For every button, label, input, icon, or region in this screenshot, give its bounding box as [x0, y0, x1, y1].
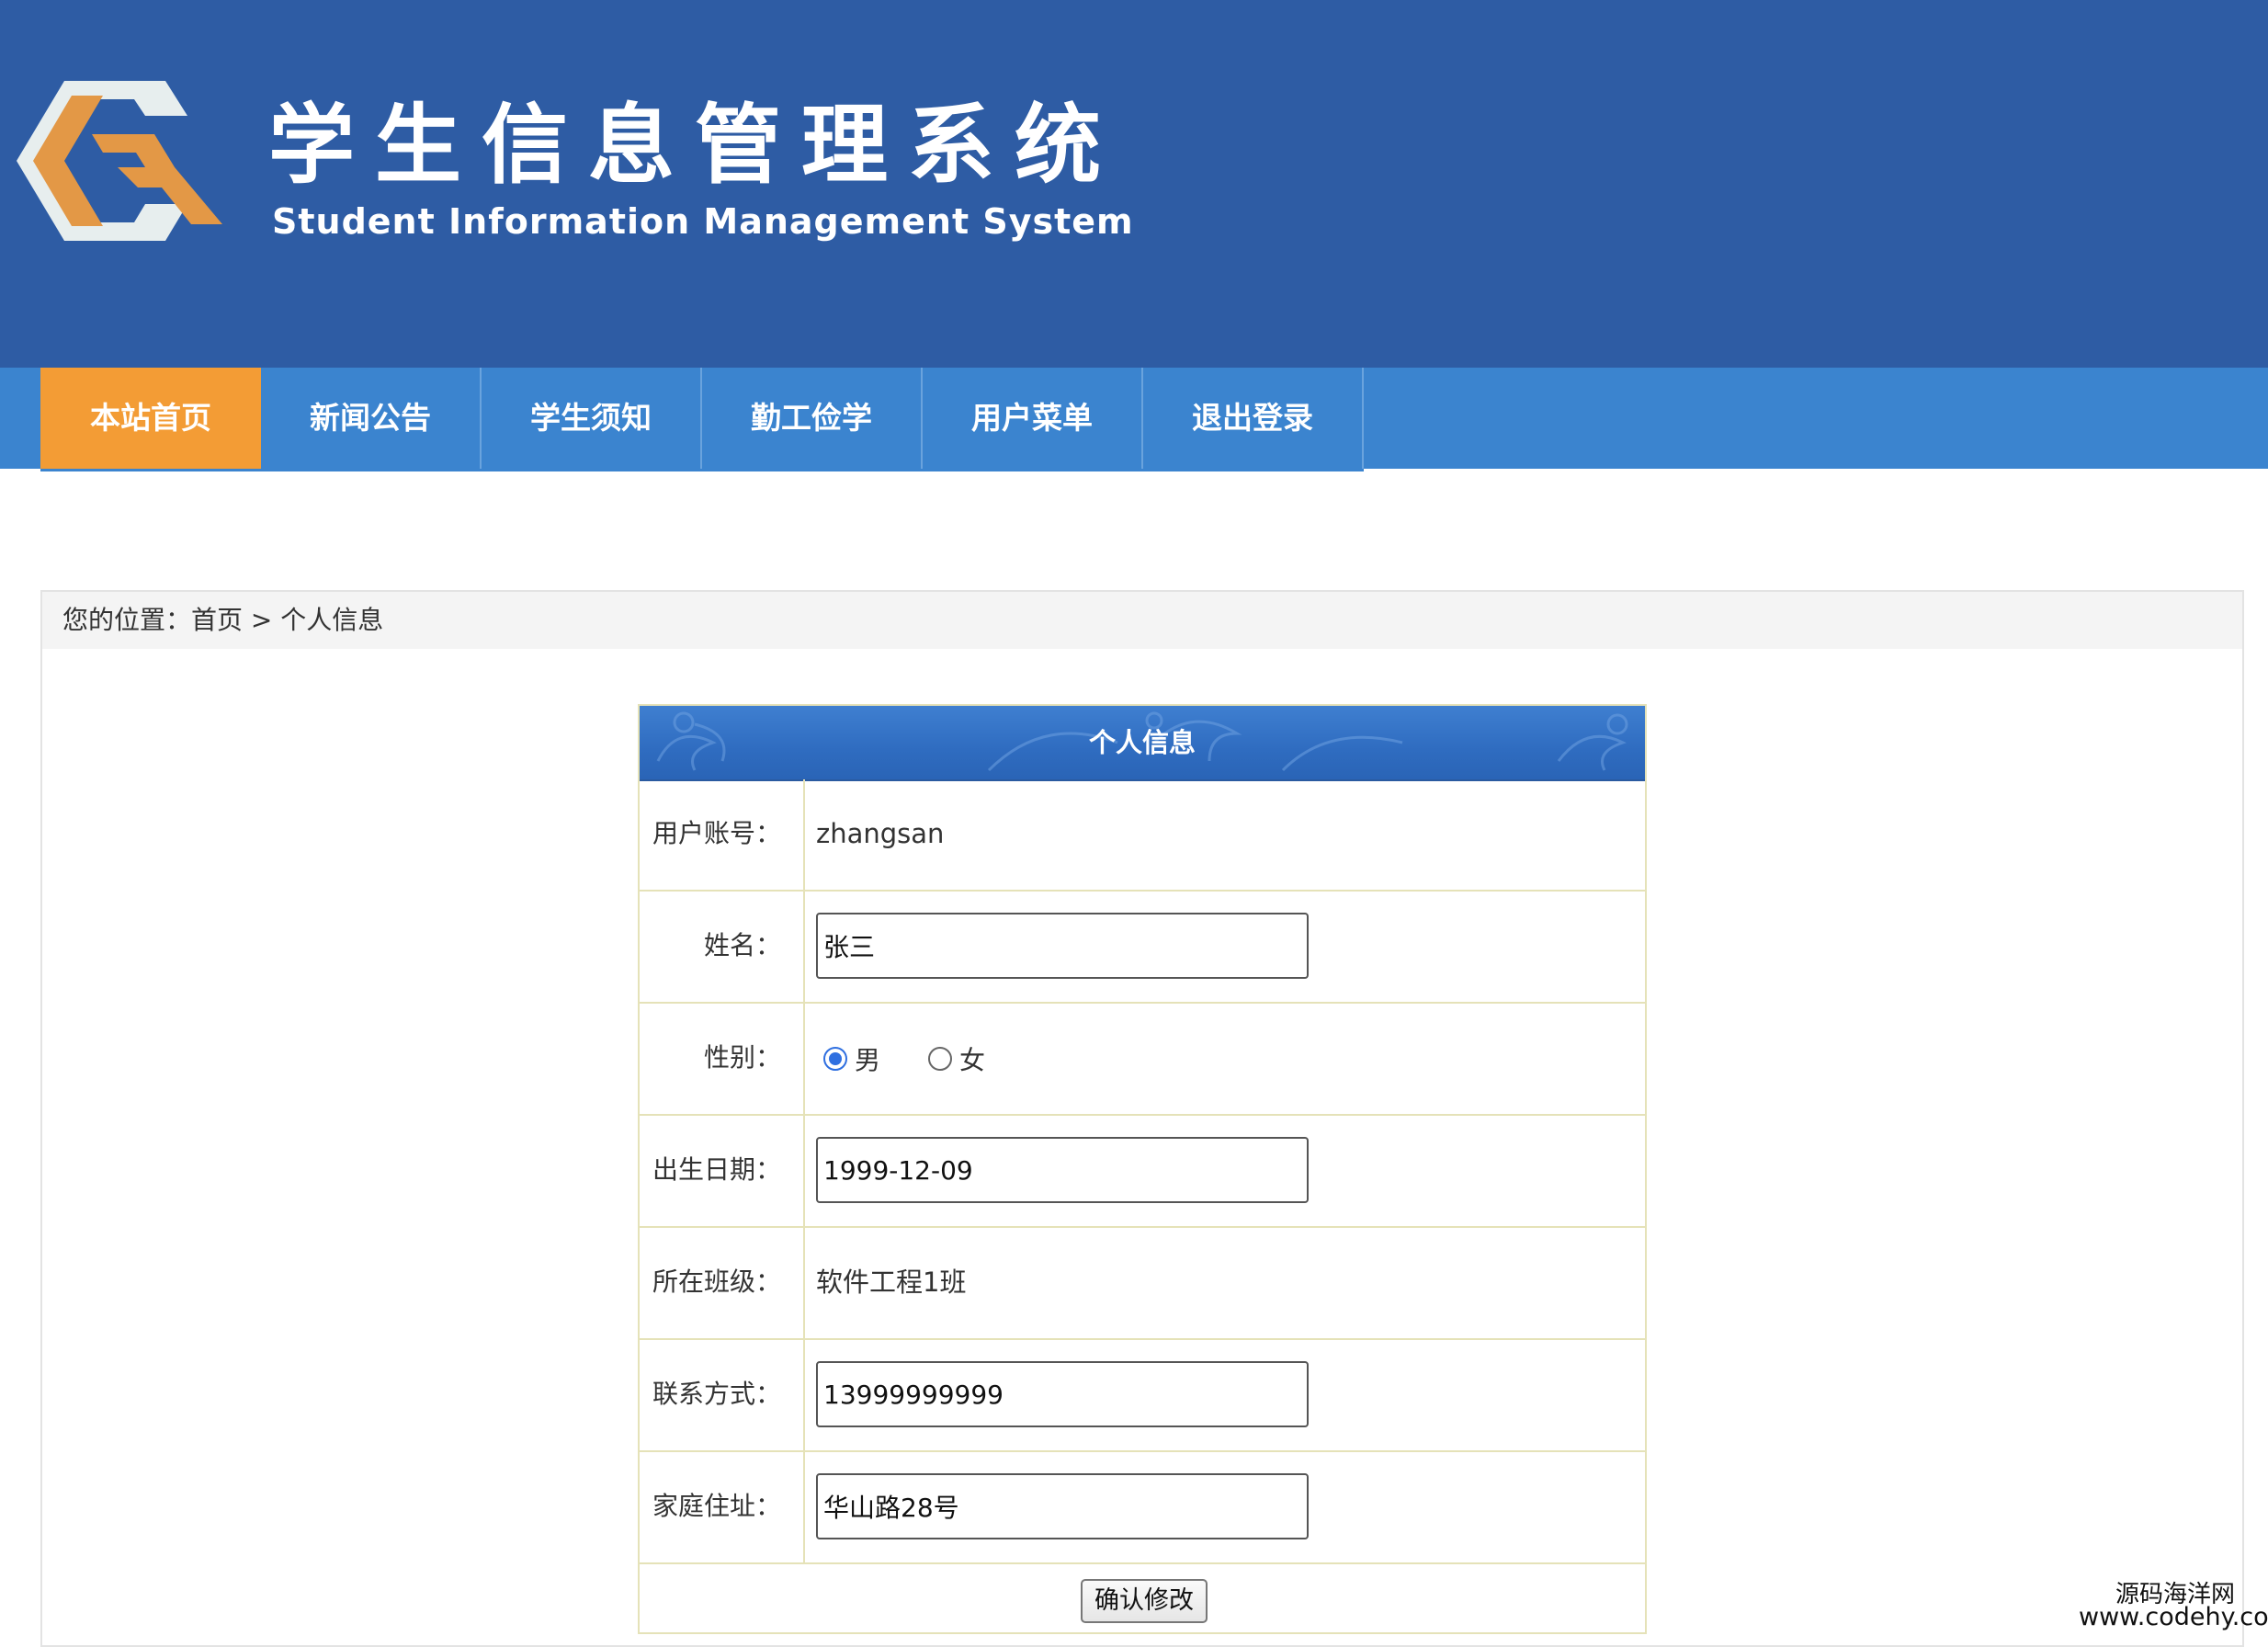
gender-radio-group: 男 女	[823, 1004, 1033, 1114]
class-value: 软件工程1班	[816, 1266, 967, 1298]
address-input[interactable]	[816, 1473, 1309, 1539]
name-label: 姓名：	[640, 892, 805, 1002]
nav-underline	[40, 469, 1364, 471]
profile-form-panel: 个人信息 用户账号： zhangsan 姓名： 性别： 男 女 出生日期： 所在…	[638, 704, 1647, 1634]
form-row-account: 用户账号： zhangsan	[640, 779, 1645, 892]
nav-item-work-study[interactable]: 勤工俭学	[702, 368, 923, 469]
form-row-submit: 确认修改	[640, 1568, 1645, 1634]
account-value: zhangsan	[816, 818, 945, 849]
name-input[interactable]	[816, 913, 1309, 979]
nav-item-logout[interactable]: 退出登录	[1143, 368, 1364, 469]
gender-male-label: 男	[855, 1045, 881, 1075]
radio-checked-icon[interactable]	[823, 1047, 847, 1071]
gender-option-male[interactable]: 男	[823, 1040, 880, 1077]
breadcrumb-bar: 您的位置：首页 > 个人信息	[42, 592, 2242, 649]
birthday-input[interactable]	[816, 1137, 1309, 1203]
class-label: 所在班级：	[640, 1228, 805, 1338]
gender-label: 性别：	[640, 1004, 805, 1114]
panel-header: 个人信息	[640, 706, 1645, 781]
form-row-phone: 联系方式：	[640, 1340, 1645, 1452]
form-row-class: 所在班级： 软件工程1班	[640, 1228, 1645, 1340]
gender-female-label: 女	[959, 1045, 986, 1075]
breadcrumb: 您的位置：首页 > 个人信息	[62, 605, 384, 635]
watermark-url: www.codehy.com	[2079, 1603, 2268, 1631]
confirm-edit-button[interactable]: 确认修改	[1081, 1579, 1208, 1623]
phone-label: 联系方式：	[640, 1340, 805, 1450]
form-row-gender: 性别： 男 女	[640, 1004, 1645, 1116]
system-title-cn: 学生信息管理系统	[268, 96, 1122, 196]
form-row-name: 姓名：	[640, 892, 1645, 1004]
system-title-en: Student Information Management System	[272, 201, 1134, 242]
account-label: 用户账号：	[640, 779, 805, 890]
header-banner: 学生信息管理系统 Student Information Management …	[0, 0, 2268, 368]
phone-input[interactable]	[816, 1361, 1309, 1427]
radio-unchecked-icon[interactable]	[928, 1047, 953, 1071]
form-row-address: 家庭住址：	[640, 1452, 1645, 1564]
birthday-label: 出生日期：	[640, 1116, 805, 1226]
nav-item-home[interactable]: 本站首页	[40, 368, 261, 469]
gender-option-female[interactable]: 女	[928, 1040, 985, 1077]
nav-item-student-notice[interactable]: 学生须知	[482, 368, 702, 469]
panel-title: 个人信息	[1088, 727, 1196, 758]
nav-item-news[interactable]: 新闻公告	[261, 368, 482, 469]
main-nav: 本站首页 新闻公告 学生须知 勤工俭学 用户菜单 退出登录	[0, 368, 2268, 469]
nav-item-user-menu[interactable]: 用户菜单	[923, 368, 1143, 469]
address-label: 家庭住址：	[640, 1452, 805, 1562]
form-row-birthday: 出生日期：	[640, 1116, 1645, 1228]
hexagon-g-logo-icon	[17, 81, 222, 241]
